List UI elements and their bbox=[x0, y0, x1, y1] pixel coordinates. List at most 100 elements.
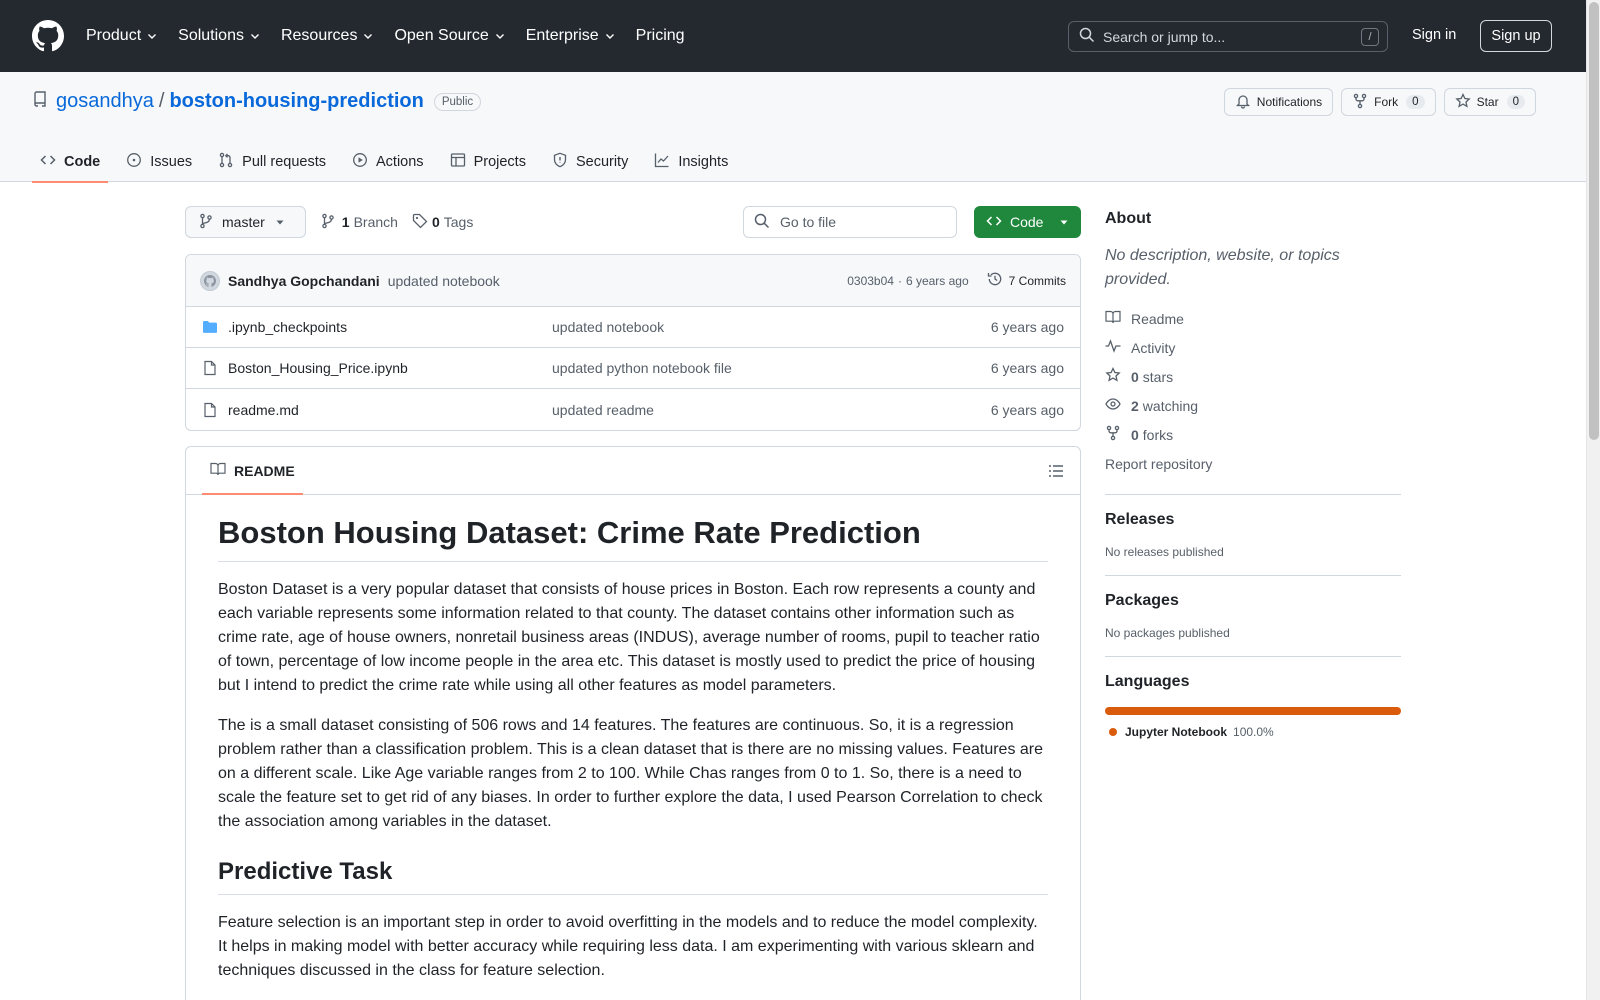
notifications-label: Notifications bbox=[1256, 95, 1323, 109]
fork-button[interactable]: Fork 0 bbox=[1341, 88, 1436, 116]
graph-icon bbox=[654, 152, 678, 172]
tab-code[interactable]: Code bbox=[32, 142, 109, 183]
watching-count: 2 bbox=[1131, 397, 1139, 414]
tab-security[interactable]: Security bbox=[544, 142, 636, 182]
activity-link[interactable]: Activity bbox=[1105, 333, 1401, 362]
readme-paragraph: Boston Dataset is a very popular dataset… bbox=[218, 581, 1040, 694]
star-icon bbox=[1454, 92, 1477, 112]
nav-product[interactable]: Product bbox=[86, 27, 158, 45]
tags-link[interactable]: 0 Tags bbox=[412, 213, 473, 232]
fork-icon bbox=[1352, 93, 1374, 112]
tag-label: Tags bbox=[443, 214, 474, 230]
tab-insights-label: Insights bbox=[678, 154, 729, 170]
book-icon bbox=[210, 461, 234, 480]
scrollbar-thumb[interactable] bbox=[1589, 2, 1599, 440]
divider bbox=[1105, 575, 1401, 576]
notifications-button[interactable]: Notifications bbox=[1223, 88, 1334, 116]
top-nav: Product Solutions Resources Open Source … bbox=[86, 27, 705, 45]
tab-actions[interactable]: Actions bbox=[344, 142, 432, 182]
readme-link[interactable]: Readme bbox=[1105, 304, 1401, 333]
tag-count: 0 bbox=[431, 214, 440, 230]
main-content: master 1 Branch 0 Tags Go to file Code S… bbox=[185, 206, 1081, 1000]
table-row[interactable]: .ipynb_checkpoints updated notebook 6 ye… bbox=[186, 307, 1080, 348]
repo-icon bbox=[32, 90, 48, 113]
readme-paragraph: The is a small dataset consisting of 506… bbox=[218, 717, 1044, 830]
nav-solutions[interactable]: Solutions bbox=[178, 27, 261, 45]
file-commit-message-link[interactable]: updated readme bbox=[552, 402, 654, 418]
caret-down-icon bbox=[1059, 214, 1069, 230]
avatar[interactable] bbox=[200, 270, 220, 291]
tab-projects[interactable]: Projects bbox=[442, 142, 534, 182]
tab-actions-label: Actions bbox=[376, 154, 424, 170]
file-commit-message-link[interactable]: updated python notebook file bbox=[552, 360, 732, 376]
code-dropdown-button[interactable]: Code bbox=[974, 206, 1081, 238]
pull-request-icon bbox=[218, 152, 242, 172]
file-commit-message-link[interactable]: updated notebook bbox=[552, 319, 664, 335]
latest-commit: Sandhya Gopchandani updated notebook 030… bbox=[186, 255, 1080, 307]
repo-path-separator: / bbox=[158, 90, 165, 112]
commit-meta-dot: · bbox=[897, 273, 902, 288]
file-browser: Sandhya Gopchandani updated notebook 030… bbox=[185, 254, 1081, 431]
search-input[interactable]: Search or jump to... / bbox=[1068, 21, 1388, 52]
tab-issues[interactable]: Issues bbox=[118, 142, 200, 182]
readme-body: Boston Housing Dataset: Crime Rate Predi… bbox=[186, 495, 1080, 983]
github-logo-icon[interactable] bbox=[32, 20, 64, 52]
commit-author-link[interactable]: Sandhya Gopchandani bbox=[228, 273, 380, 289]
repo-name-link[interactable]: boston-housing-prediction bbox=[169, 90, 423, 113]
readme-tab-label: README bbox=[234, 462, 295, 479]
branch-count: 1 bbox=[341, 214, 350, 230]
commit-message-link[interactable]: updated notebook bbox=[388, 273, 500, 289]
file-name-link[interactable]: Boston_Housing_Price.ipynb bbox=[228, 360, 552, 376]
file-navigation: master 1 Branch 0 Tags Go to file Code bbox=[185, 206, 1081, 238]
tab-pull-requests[interactable]: Pull requests bbox=[210, 142, 334, 182]
activity-link-label: Activity bbox=[1131, 339, 1176, 356]
nav-resources[interactable]: Resources bbox=[281, 27, 374, 45]
tab-security-label: Security bbox=[575, 154, 629, 170]
branch-select-button[interactable]: master bbox=[185, 206, 306, 238]
shield-icon bbox=[552, 152, 576, 172]
sign-up-button[interactable]: Sign up bbox=[1480, 20, 1552, 52]
repo-owner-link[interactable]: gosandhya bbox=[56, 90, 154, 113]
go-to-file-placeholder: Go to file bbox=[780, 214, 837, 230]
stars-link[interactable]: 0 stars bbox=[1105, 362, 1401, 391]
language-percent: 100.0% bbox=[1233, 725, 1274, 739]
nav-open-source[interactable]: Open Source bbox=[394, 27, 505, 45]
star-button[interactable]: Star 0 bbox=[1443, 88, 1536, 116]
watching-label: watching bbox=[1142, 397, 1199, 414]
forks-count: 0 bbox=[1131, 426, 1139, 443]
branches-link[interactable]: 1 Branch bbox=[320, 213, 398, 232]
sign-in-link[interactable]: Sign in bbox=[1412, 27, 1456, 43]
file-date: 6 years ago bbox=[990, 401, 1064, 418]
forks-label: forks bbox=[1142, 426, 1174, 443]
commit-time: 6 years ago bbox=[905, 273, 969, 288]
page-scrollbar[interactable] bbox=[1586, 0, 1600, 1000]
branch-icon bbox=[198, 213, 222, 232]
language-item[interactable]: Jupyter Notebook 100.0% bbox=[1105, 725, 1401, 739]
table-row[interactable]: Boston_Housing_Price.ipynb updated pytho… bbox=[186, 348, 1080, 389]
report-repository-link[interactable]: Report repository bbox=[1105, 449, 1401, 478]
packages-heading[interactable]: Packages bbox=[1105, 592, 1401, 610]
go-to-file-input[interactable]: Go to file bbox=[743, 206, 957, 238]
commits-history-link[interactable]: 7 Commits bbox=[987, 271, 1066, 290]
file-name-link[interactable]: .ipynb_checkpoints bbox=[228, 319, 552, 335]
forks-link[interactable]: 0 forks bbox=[1105, 420, 1401, 449]
file-name-link[interactable]: readme.md bbox=[228, 402, 552, 418]
languages-heading: Languages bbox=[1105, 673, 1190, 690]
table-of-contents-icon[interactable] bbox=[1048, 463, 1064, 482]
commit-hash-link[interactable]: 0303b04 bbox=[847, 274, 894, 288]
repo-tabs: Code Issues Pull requests Actions Projec… bbox=[32, 142, 746, 183]
issue-icon bbox=[126, 152, 150, 172]
readme-tab[interactable]: README bbox=[202, 447, 303, 495]
code-button-label: Code bbox=[1010, 214, 1044, 230]
table-row[interactable]: readme.md updated readme 6 years ago bbox=[186, 389, 1080, 430]
file-icon bbox=[202, 360, 220, 376]
tab-insights[interactable]: Insights bbox=[646, 142, 736, 182]
nav-pricing[interactable]: Pricing bbox=[636, 27, 685, 45]
watching-link[interactable]: 2 watching bbox=[1105, 391, 1401, 420]
readme-header: README bbox=[186, 447, 1080, 495]
releases-heading[interactable]: Releases bbox=[1105, 511, 1401, 529]
repo-actions: Notifications Fork 0 Star 0 bbox=[1216, 88, 1536, 116]
play-icon bbox=[352, 152, 376, 172]
releases-empty-text: No releases published bbox=[1105, 545, 1224, 559]
nav-enterprise[interactable]: Enterprise bbox=[526, 27, 616, 45]
